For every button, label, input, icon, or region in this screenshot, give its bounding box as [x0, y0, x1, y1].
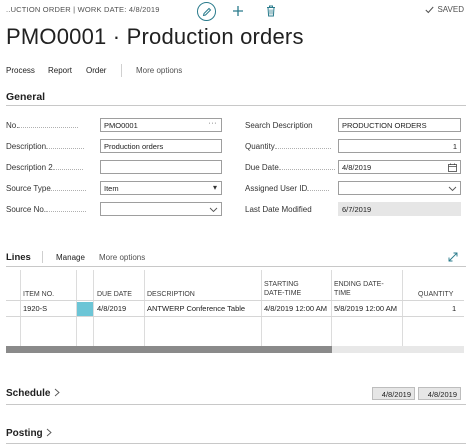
quantity-label: Quantity — [245, 142, 331, 151]
posting-divider — [6, 443, 466, 444]
row-starting-date-time[interactable]: 4/8/2019 12:00 AM — [264, 304, 327, 313]
assigned-user-label: Assigned User ID — [245, 184, 330, 193]
edit-icon[interactable] — [197, 2, 216, 21]
general-heading[interactable]: General — [6, 91, 45, 103]
process-menu[interactable]: Process — [6, 66, 35, 75]
saved-label: SAVED — [437, 5, 464, 14]
schedule-divider — [6, 404, 466, 405]
row-due-date[interactable]: 4/8/2019 — [97, 304, 126, 313]
due-date-field[interactable]: 4/8/2019 — [338, 160, 461, 174]
no-label: No. — [6, 121, 79, 130]
schedule-date-2: 4/8/2019 — [418, 387, 461, 400]
action-divider — [121, 64, 122, 77]
quantity-field[interactable]: 1 — [338, 139, 461, 153]
general-divider — [6, 105, 466, 106]
delete-icon[interactable] — [262, 2, 280, 20]
last-modified-field: 6/7/2019 — [338, 202, 461, 216]
chevron-down-icon — [209, 207, 218, 213]
source-type-select[interactable]: Item ▾ — [100, 181, 222, 195]
page-caption: ..UCTION ORDER | WORK DATE: 4/8/2019 — [6, 5, 160, 14]
no-field[interactable]: PMO0001 ··· — [100, 118, 222, 132]
expand-icon[interactable] — [448, 252, 458, 262]
col-item-no[interactable]: ITEM NO. — [23, 290, 54, 299]
source-no-field[interactable] — [100, 202, 222, 216]
schedule-heading[interactable]: Schedule — [6, 388, 60, 399]
col-due-date[interactable]: DUE DATE — [97, 290, 132, 299]
new-icon[interactable] — [229, 2, 247, 20]
manage-menu[interactable]: Manage — [56, 253, 85, 262]
row-quantity[interactable]: 1 — [452, 304, 456, 313]
posting-heading[interactable]: Posting — [6, 428, 53, 439]
top-bar: ..UCTION ORDER | WORK DATE: 4/8/2019 SAV… — [0, 0, 474, 22]
source-no-label: Source No. — [6, 205, 87, 214]
description-2-label: Description 2 — [6, 163, 83, 172]
lines-divider — [42, 251, 43, 263]
row-ending-date-time[interactable]: 5/8/2019 12:00 AM — [334, 304, 397, 313]
search-description-field[interactable]: PRODUCTION ORDERS — [338, 118, 461, 132]
col-starting-date-time[interactable]: STARTING DATE-TIME — [264, 280, 301, 298]
col-quantity[interactable]: QUANTITY — [418, 290, 453, 299]
assigned-user-field[interactable] — [338, 181, 461, 195]
source-type-label: Source Type — [6, 184, 86, 193]
col-description[interactable]: DESCRIPTION — [147, 290, 195, 299]
last-modified-label: Last Date Modified — [245, 205, 312, 214]
report-menu[interactable]: Report — [48, 66, 72, 75]
saved-status: SAVED — [425, 5, 464, 14]
row-item-no[interactable]: 1920-S — [23, 304, 47, 313]
focused-cell[interactable] — [77, 302, 93, 316]
more-options-button[interactable]: More options — [136, 66, 182, 75]
scrollbar-thumb[interactable] — [6, 346, 332, 353]
assist-edit-icon[interactable]: ··· — [209, 120, 218, 127]
chevron-down-icon — [448, 186, 457, 192]
checkmark-icon — [425, 6, 435, 13]
description-field[interactable]: Production orders — [100, 139, 222, 153]
col-ending-date-time[interactable]: ENDING DATE- TIME — [334, 280, 384, 298]
calendar-icon[interactable] — [448, 163, 457, 172]
chevron-right-icon — [54, 388, 60, 397]
description-2-field[interactable] — [100, 160, 222, 174]
lines-title[interactable]: Lines — [6, 252, 31, 263]
due-date-label: Due Date — [245, 163, 335, 172]
lines-more-options-button[interactable]: More options — [99, 253, 145, 262]
search-description-label: Search Description — [245, 121, 313, 130]
schedule-date-1: 4/8/2019 — [372, 387, 415, 400]
order-menu[interactable]: Order — [86, 66, 106, 75]
page-title: PMO0001 · Production orders — [6, 24, 304, 49]
description-label: Description — [6, 142, 85, 151]
lines-divider-line — [6, 266, 466, 267]
chevron-right-icon — [47, 428, 53, 437]
action-bar: Process Report Order More options — [0, 64, 474, 78]
dropdown-arrow-icon: ▾ — [212, 183, 217, 192]
row-description[interactable]: ANTWERP Conference Table — [147, 304, 245, 313]
